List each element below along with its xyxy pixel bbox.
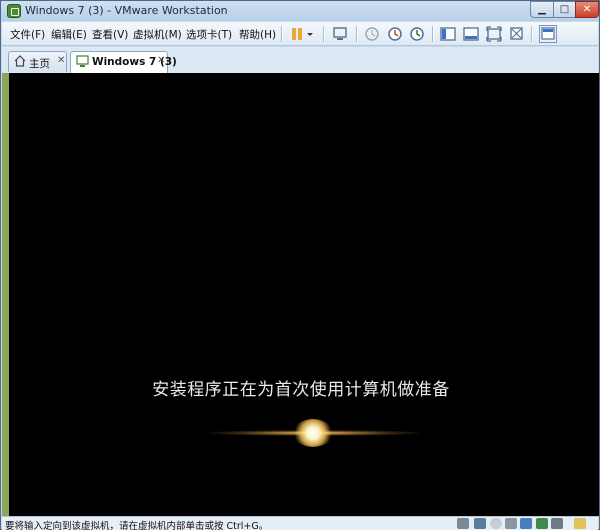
setup-message: 安装程序正在为首次使用计算机做准备 [152,380,450,400]
thumbnail-bar-icon[interactable] [462,25,480,43]
vm-icon [76,55,89,71]
cd-drive-icon[interactable] [490,518,502,529]
unity-icon[interactable] [508,25,526,43]
loading-glow [293,419,333,447]
menu-toolbar: 文件(F) 编辑(E) 查看(V) 虚拟机(M) 选项卡(T) 帮助(H) [2,22,598,46]
vm-console[interactable]: 安装程序正在为首次使用计算机做准备 [9,73,599,516]
network-icon[interactable] [474,518,486,529]
console-view-icon[interactable] [539,25,557,43]
pause-icon[interactable] [288,25,306,43]
close-button[interactable]: ✕ [575,1,599,18]
desktop-edge [2,73,9,516]
tab-home-close-icon[interactable]: ✕ [57,55,65,66]
tab-home[interactable]: 主页 ✕ [8,51,67,72]
home-icon [14,55,26,70]
fullscreen-icon[interactable] [485,25,503,43]
display-icon[interactable] [551,518,563,529]
tab-strip: 主页 ✕ Windows 7 (3) ✕ [2,47,598,73]
tab-windows7[interactable]: Windows 7 (3) ✕ [70,51,177,73]
window-title: Windows 7 (3) - VMware Workstation [25,4,228,17]
menu-edit[interactable]: 编辑(E) [51,27,87,42]
printer-icon[interactable] [536,518,548,529]
dropdown-arrow-icon[interactable] [305,25,315,43]
message-icon[interactable] [574,518,586,529]
send-ctrl-alt-del-icon[interactable] [331,25,349,43]
snapshot-manager-icon[interactable] [409,25,427,43]
menu-view[interactable]: 查看(V) [92,27,128,42]
menu-help[interactable]: 帮助(H) [239,27,276,42]
menu-file[interactable]: 文件(F) [10,27,45,42]
status-message: 要将输入定向到该虚拟机，请在虚拟机内部单击或按 Ctrl+G。 [5,521,269,530]
revert-snapshot-icon[interactable] [386,25,404,43]
status-bar: 要将输入定向到该虚拟机，请在虚拟机内部单击或按 Ctrl+G。 [2,516,598,530]
toolbar-separator [356,26,357,42]
sidebar-icon[interactable] [439,25,457,43]
toolbar-separator [531,26,532,42]
menu-tabs[interactable]: 选项卡(T) [186,27,232,42]
title-bar[interactable]: Windows 7 (3) - VMware Workstation ▁ □ ✕ [1,1,599,21]
tab-home-label: 主页 [29,58,50,70]
usb-icon[interactable] [505,518,517,529]
snapshot-icon[interactable] [363,25,381,43]
tab-windows7-close-icon[interactable]: ✕ [157,55,165,66]
toolbar-separator [432,26,433,42]
vmware-window: Windows 7 (3) - VMware Workstation ▁ □ ✕… [0,0,600,530]
hard-disk-icon[interactable] [457,518,469,529]
maximize-button[interactable]: □ [553,1,576,18]
sound-icon[interactable] [520,518,532,529]
menu-vm[interactable]: 虚拟机(M) [133,27,182,42]
minimize-button[interactable]: ▁ [530,1,554,18]
toolbar-separator [281,26,282,42]
toolbar-separator [323,26,324,42]
vmware-app-icon [7,4,21,18]
